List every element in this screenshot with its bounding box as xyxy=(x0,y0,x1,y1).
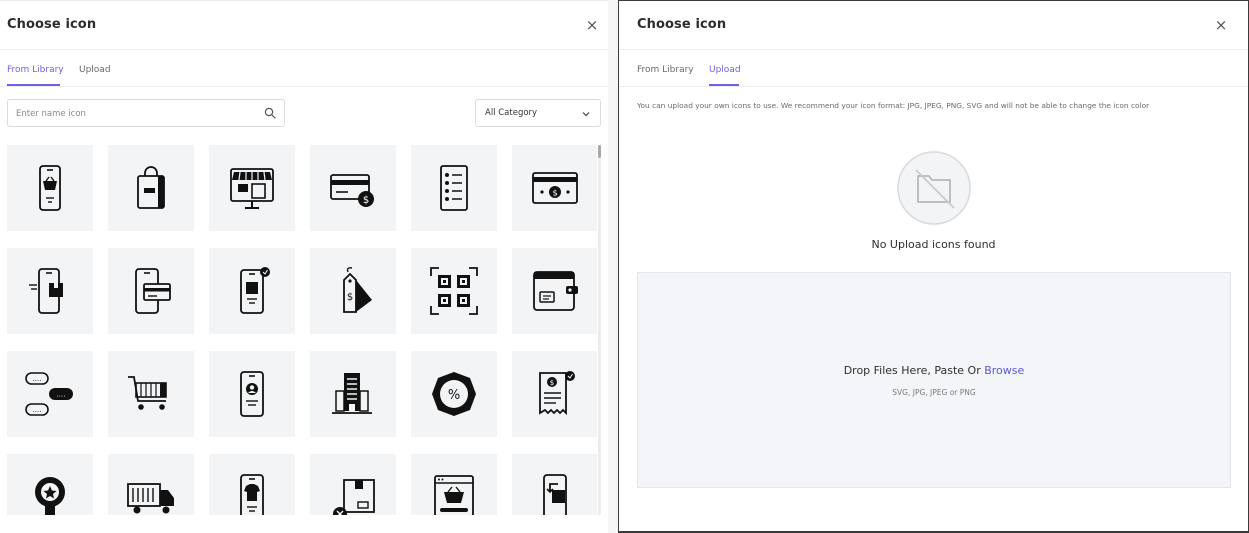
upload-info-text: You can upload your own icons to use. We… xyxy=(637,101,1150,110)
dropzone-instruction: Drop Files Here, Paste Or Browse xyxy=(638,364,1230,377)
svg-text:%: % xyxy=(448,388,460,403)
icon-tile[interactable] xyxy=(108,248,194,334)
file-dropzone[interactable]: Drop Files Here, Paste Or Browse SVG, JP… xyxy=(637,272,1231,488)
icon-tile[interactable]: .... .... .... xyxy=(7,351,93,437)
choose-icon-dialog-library: Choose icon × From Library Upload All Ca… xyxy=(0,0,608,533)
tab-upload[interactable]: Upload xyxy=(79,65,111,75)
cancel-package-icon xyxy=(333,479,375,515)
delivery-truck-icon xyxy=(127,483,174,514)
mobile-card-payment-icon xyxy=(135,268,171,314)
dollar-card-icon: $ xyxy=(532,172,578,204)
no-folder-icon xyxy=(897,151,971,225)
award-badge-icon xyxy=(35,477,65,515)
icon-tile[interactable]: $ xyxy=(310,248,396,334)
icon-tile[interactable] xyxy=(411,454,497,515)
online-store-monitor-icon xyxy=(230,168,274,209)
close-icon[interactable]: × xyxy=(582,15,602,35)
tabs-divider xyxy=(619,86,1248,87)
mobile-user-profile-icon xyxy=(240,371,264,417)
icon-tile[interactable] xyxy=(512,454,597,515)
icon-tile[interactable] xyxy=(7,145,93,231)
icon-grid: $ $ $ .... .... .... % $ xyxy=(7,145,597,515)
icon-tile[interactable] xyxy=(209,454,295,515)
svg-text:....: .... xyxy=(57,391,66,399)
empty-state-message: No Upload icons found xyxy=(871,238,996,251)
credit-card-dollar-icon: $ xyxy=(330,174,374,207)
icon-tile[interactable] xyxy=(7,454,93,515)
tab-upload[interactable]: Upload xyxy=(709,65,741,75)
icon-tile[interactable]: $ xyxy=(512,145,597,231)
icon-tile[interactable] xyxy=(209,248,295,334)
category-dropdown[interactable]: All Category xyxy=(475,99,601,127)
svg-text:$: $ xyxy=(552,189,557,198)
icon-tile[interactable] xyxy=(411,248,497,334)
mobile-order-icon xyxy=(240,267,270,314)
icon-tile[interactable] xyxy=(108,351,194,437)
mobile-tshirt-icon xyxy=(240,474,264,515)
icon-tile[interactable] xyxy=(108,145,194,231)
mobile-package-return-icon xyxy=(543,474,567,515)
choose-icon-dialog-upload: Choose icon × From Library Upload You ca… xyxy=(618,0,1249,533)
svg-text:$: $ xyxy=(550,379,554,387)
icon-tile[interactable] xyxy=(310,351,396,437)
supported-formats-text: SVG, JPG, JPEG or PNG xyxy=(892,388,976,397)
chat-bubbles-icon: .... .... .... xyxy=(25,372,73,416)
chevron-down-icon xyxy=(582,112,590,117)
mobile-shopping-basket-icon xyxy=(39,165,61,211)
close-icon[interactable]: × xyxy=(1211,15,1231,35)
icon-tile[interactable] xyxy=(411,145,497,231)
tab-from-library[interactable]: From Library xyxy=(637,65,694,75)
svg-text:$: $ xyxy=(363,195,369,206)
icon-tile[interactable] xyxy=(7,248,93,334)
icon-tile[interactable] xyxy=(512,248,597,334)
receipt-dollar-icon: $ xyxy=(539,371,575,416)
dropzone-prefix-text: Drop Files Here, Paste Or xyxy=(843,364,985,377)
search-icon[interactable] xyxy=(264,107,276,119)
dialog-title: Choose icon xyxy=(637,17,727,32)
office-building-icon xyxy=(332,373,372,414)
wallet-icon xyxy=(533,271,578,311)
dialog-title: Choose icon xyxy=(7,17,97,32)
discount-badge-icon: % xyxy=(432,372,476,416)
icon-tile[interactable] xyxy=(108,454,194,515)
icon-tile[interactable]: $ xyxy=(512,351,597,437)
scrollbar-track[interactable] xyxy=(598,145,601,515)
header-divider xyxy=(0,49,608,50)
svg-text:....: .... xyxy=(33,375,42,383)
scrollbar-thumb[interactable] xyxy=(598,145,601,158)
icon-tile[interactable] xyxy=(209,351,295,437)
web-shop-basket-icon xyxy=(434,475,474,515)
icon-tile[interactable]: $ xyxy=(310,145,396,231)
header-divider xyxy=(619,49,1248,50)
svg-text:$: $ xyxy=(347,292,353,303)
dollar-price-tag-icon: $ xyxy=(343,267,372,313)
browse-link[interactable]: Browse xyxy=(984,364,1024,377)
tabs-divider xyxy=(0,86,608,87)
search-field[interactable] xyxy=(7,99,285,127)
category-selected-value: All Category xyxy=(485,108,538,118)
icon-tile[interactable] xyxy=(310,454,396,515)
shopping-cart-icon xyxy=(128,376,167,410)
svg-text:....: .... xyxy=(33,406,42,414)
wishlist-document-icon xyxy=(440,165,468,211)
shopping-bag-icon xyxy=(137,166,165,209)
mobile-package-delivery-icon xyxy=(29,268,63,314)
panel-gap xyxy=(608,0,618,533)
icon-tile[interactable]: % xyxy=(411,351,497,437)
icon-tile[interactable] xyxy=(209,145,295,231)
qr-code-scan-icon xyxy=(430,267,478,315)
tab-from-library[interactable]: From Library xyxy=(7,65,64,75)
search-input[interactable] xyxy=(16,106,256,121)
